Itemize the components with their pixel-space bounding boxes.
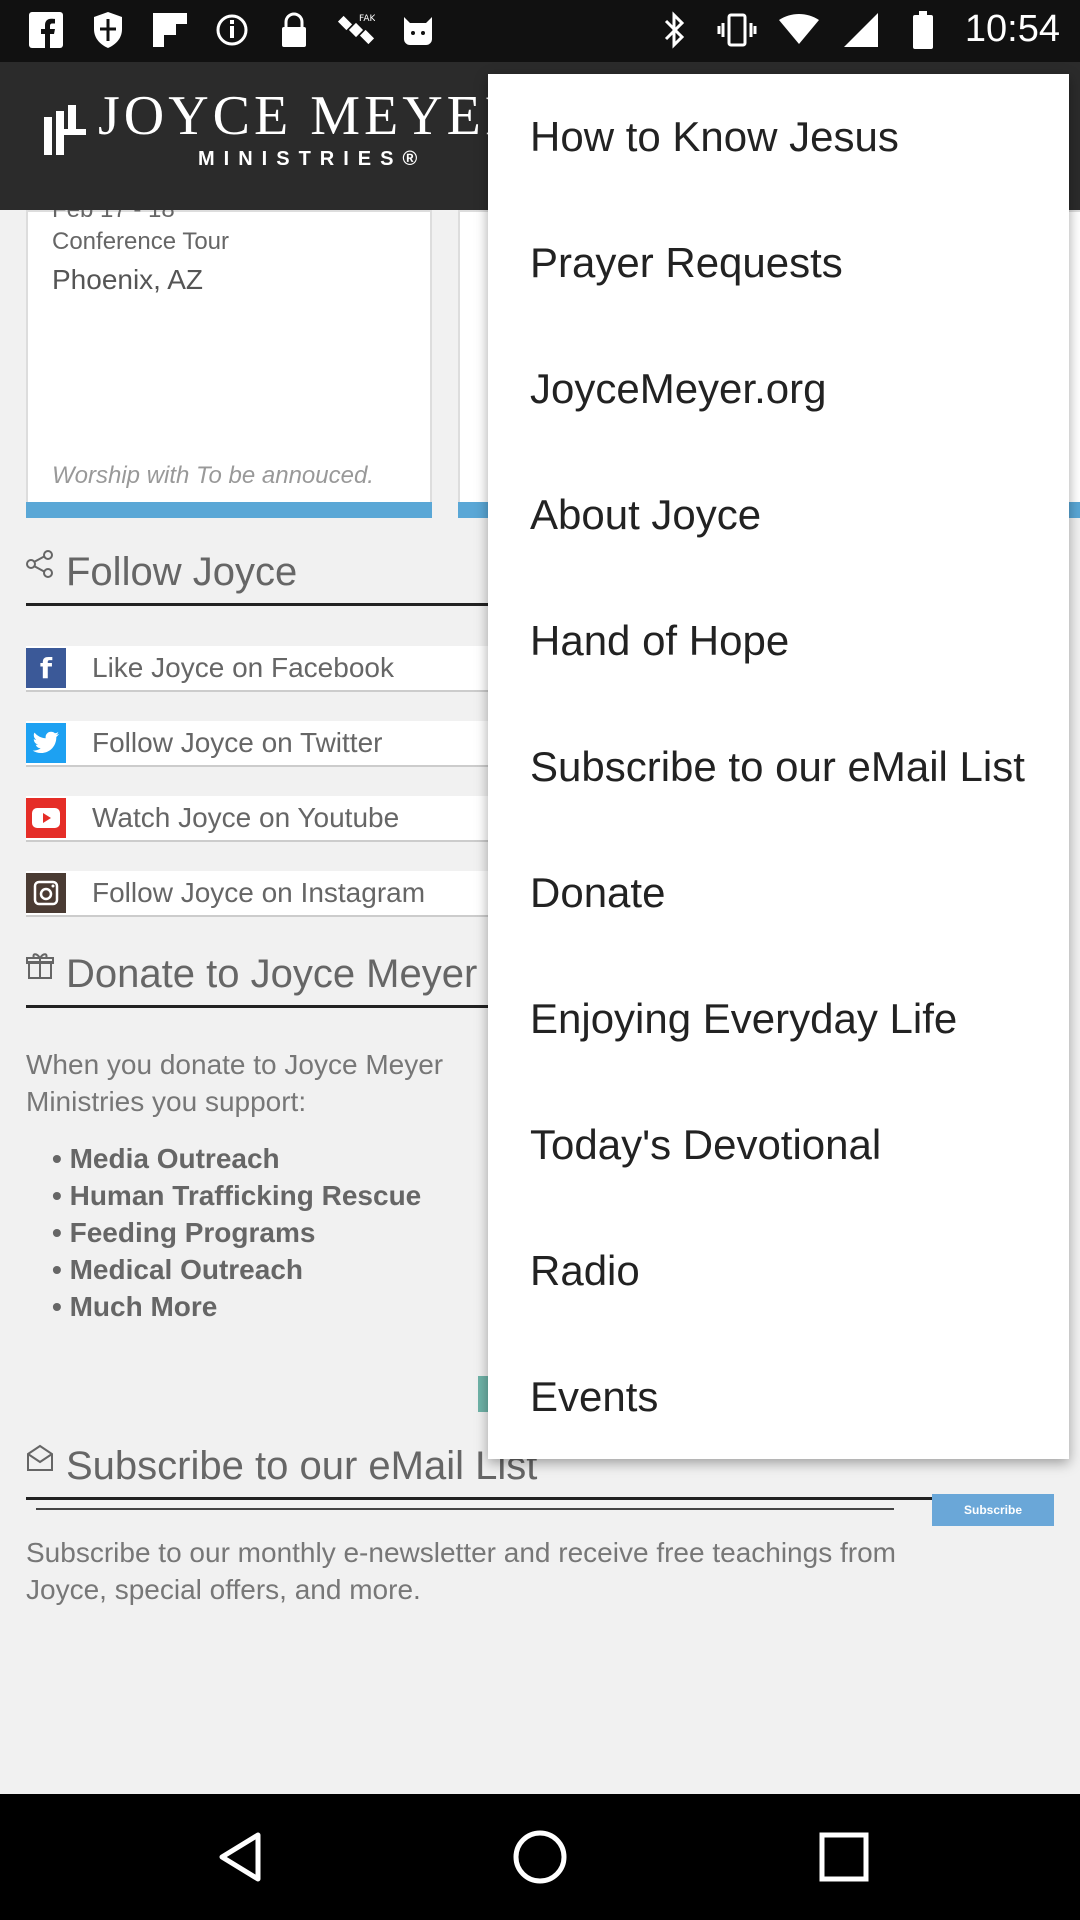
cat-icon [398,10,438,50]
lock-icon [274,10,314,50]
facebook-link-label: Like Joyce on Facebook [92,652,394,683]
subscribe-description-line2: Joyce, special offers, and more. [26,1574,421,1605]
menu-item-events[interactable]: Events [488,1334,1069,1460]
menu-item-how-to-know-jesus[interactable]: How to Know Jesus [488,74,1069,200]
donate-bullets: • Media Outreach • Human Trafficking Res… [52,1140,421,1325]
facebook-icon: f [26,648,66,688]
logo-subtitle: MINISTRIES® [198,148,427,170]
email-field[interactable] [36,1508,894,1510]
svg-text:FAKE: FAKE [359,14,375,24]
instagram-link-label: Follow Joyce on Instagram [92,877,426,908]
subscribe-title: Subscribe to our eMail List [66,1444,538,1488]
menu-item-donate[interactable]: Donate [488,830,1069,956]
event-card-accent [26,502,432,518]
youtube-link-label: Watch Joyce on Youtube [92,802,400,833]
subscribe-description: Subscribe to our monthly e-newsletter an… [26,1534,1054,1608]
list-item: • Medical Outreach [52,1254,303,1285]
system-nav-bar [0,1794,1080,1920]
menu-item-radio[interactable]: Radio [488,1208,1069,1334]
event-card[interactable]: Feb 17 - 18 Conference Tour Phoenix, AZ … [26,210,432,516]
menu-item-enjoying-everyday-life[interactable]: Enjoying Everyday Life [488,956,1069,1082]
list-item: • Human Trafficking Rescue [52,1180,422,1211]
signal-icon [841,10,881,50]
envelope-icon [26,1444,54,1479]
event-city: Phoenix, AZ [52,264,203,295]
follow-title: Follow Joyce [66,550,298,594]
back-icon[interactable] [210,1827,270,1887]
menu-item-hand-of-hope[interactable]: Hand of Hope [488,578,1069,704]
flipboard-icon [150,10,190,50]
logo-mark-icon [44,104,88,155]
list-item: • Feeding Programs [52,1217,316,1248]
list-item: • Much More [52,1291,218,1322]
wifi-icon [778,10,819,50]
twitter-link-label: Follow Joyce on Twitter [92,727,383,758]
event-date: Feb 17 - 18 [52,210,175,224]
clock: 10:54 [964,8,1060,50]
info-circle-icon [212,10,252,50]
gift-icon [26,952,54,987]
share-icon [26,550,54,585]
menu-item-todays-devotional[interactable]: Today's Devotional [488,1082,1069,1208]
status-bar: FAKE 10:54 [0,0,1080,62]
donate-title: Donate to Joyce Meyer [66,952,478,996]
facebook-icon [26,10,66,50]
event-type: Conference Tour [52,228,229,255]
battery-icon [903,10,943,50]
list-item: • Media Outreach [52,1143,280,1174]
menu-item-about-joyce[interactable]: About Joyce [488,452,1069,578]
overflow-menu: How to Know Jesus Prayer Requests JoyceM… [488,74,1069,1459]
home-icon[interactable] [510,1827,570,1887]
bluetooth-icon [655,10,695,50]
menu-item-subscribe[interactable]: Subscribe to our eMail List [488,704,1069,830]
menu-item-joycemeyer-org[interactable]: JoyceMeyer.org [488,326,1069,452]
shield-icon [88,10,128,50]
recents-icon[interactable] [814,1827,874,1887]
satellite-icon: FAKE [336,10,376,50]
instagram-icon [26,873,66,913]
app-logo[interactable]: JOYCE MEYER MINISTRIES® [44,88,526,171]
menu-item-prayer-requests[interactable]: Prayer Requests [488,200,1069,326]
youtube-icon [26,798,66,838]
event-note: Worship with To be annouced. [52,462,374,489]
logo-title: JOYCE MEYER [98,85,527,147]
twitter-icon [26,723,66,763]
subscribe-button[interactable]: Subscribe [932,1494,1054,1526]
subscribe-description-line1: Subscribe to our monthly e-newsletter an… [26,1537,896,1568]
vibrate-icon [717,10,757,50]
